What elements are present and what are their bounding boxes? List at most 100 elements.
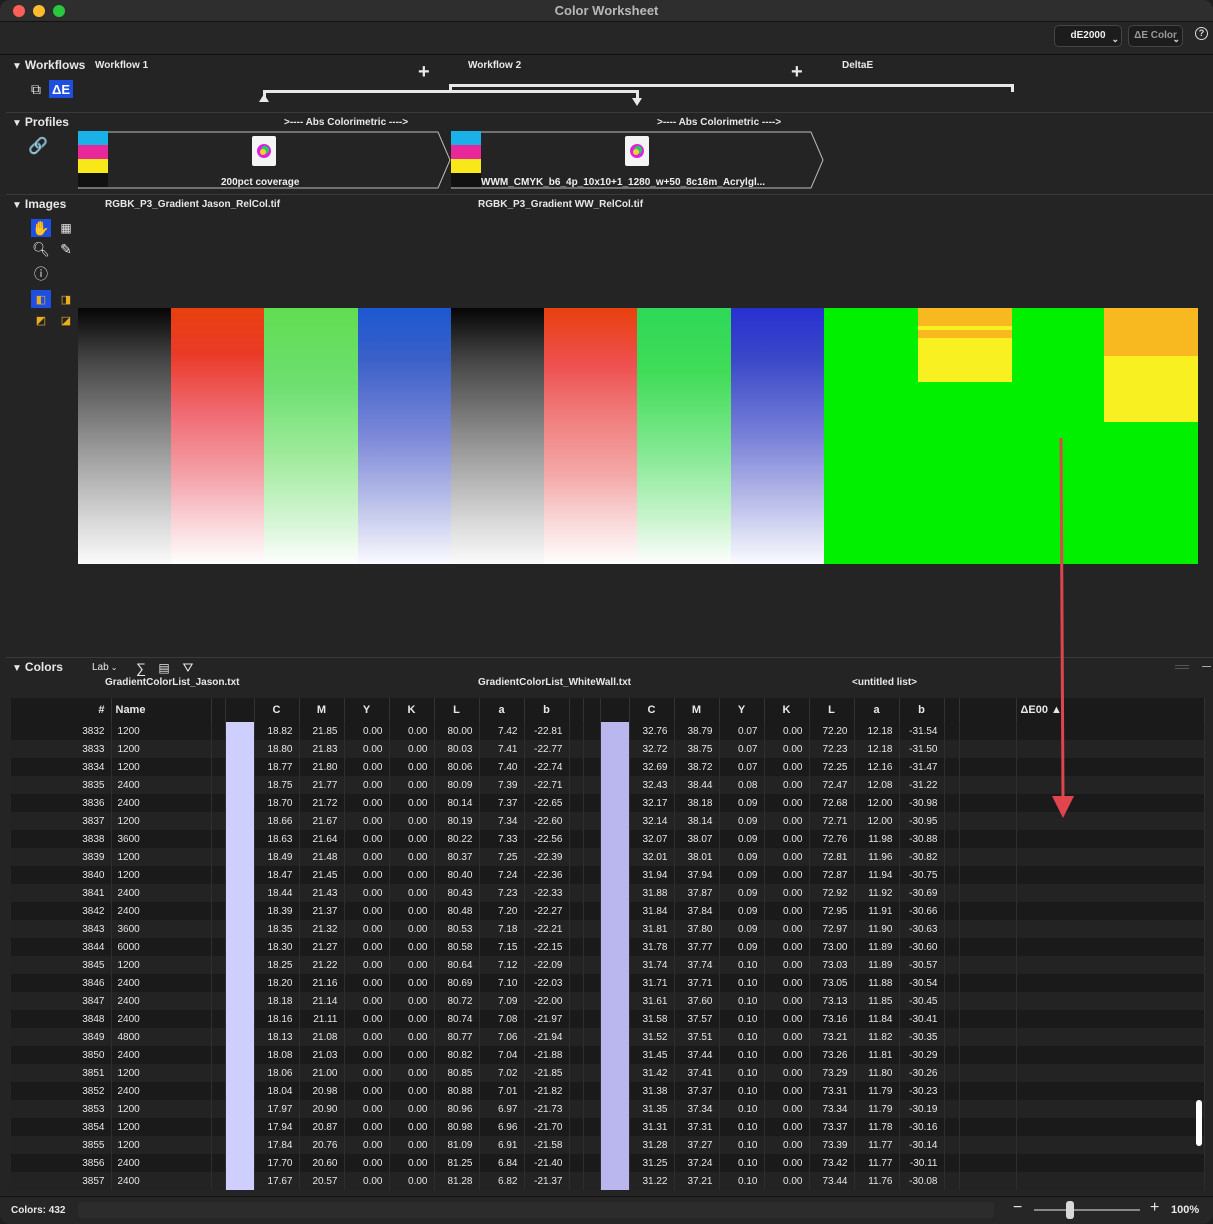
resize-handle-icon[interactable] [1175,665,1189,669]
col-header-name[interactable]: Name [111,698,212,722]
de-color-button[interactable]: ΔE Color ⌄ [1128,25,1183,47]
table-row[interactable]: 3855 1200 17.84 20.76 0.00 0.00 81.09 6.91 -21.5… [11,1136,1205,1154]
value-cell: -31.50 [899,740,945,758]
col-header-b[interactable]: b [524,698,570,722]
color-swatch [600,794,630,812]
workflows-section-toggle[interactable]: ▼ Workflows [12,58,85,72]
table-row[interactable]: 3840 1200 18.47 21.45 0.00 0.00 80.40 7.24 -22.3… [11,866,1205,884]
table-row[interactable]: 3836 2400 18.70 21.72 0.00 0.00 80.14 7.37 -22.6… [11,794,1205,812]
duplicate-icon[interactable]: ⧉ [26,80,46,98]
col-header-m[interactable]: M [299,698,345,722]
zoom-in-button[interactable]: + [1150,1199,1159,1217]
table-row[interactable]: 3857 2400 17.67 20.57 0.00 0.00 81.28 6.82 -21.3… [11,1172,1205,1190]
table-scrollbar[interactable] [1196,1100,1202,1146]
col-header-m[interactable]: M [674,698,720,722]
table-row[interactable]: 3845 1200 18.25 21.22 0.00 0.00 80.64 7.12 -22.0… [11,956,1205,974]
help-button[interactable]: ? [1195,27,1208,40]
color-swatch [600,902,630,920]
link-icon[interactable]: 🔗 [28,137,48,155]
row-number: 3839 [11,848,112,866]
filter-icon[interactable]: ⛛ [178,659,198,677]
spacer-cell [569,1064,584,1082]
overlay-view-icon[interactable]: ◪ [56,311,76,329]
info-tool-icon[interactable]: ⓘ [31,265,51,283]
value-cell: 72.81 [809,848,855,866]
rendering-intent-2[interactable]: >---- Abs Colorimetric ----> [657,117,781,128]
col-header-k[interactable]: K [389,698,435,722]
table-row[interactable]: 3856 2400 17.70 20.60 0.00 0.00 81.25 6.84 -21.4… [11,1154,1205,1172]
profile-card-1[interactable]: 200pct coverage [78,131,452,189]
image-1-label[interactable]: RGBK_P3_Gradient Jason_RelCol.tif [105,199,280,210]
table-row[interactable]: 3833 1200 18.80 21.83 0.00 0.00 80.03 7.41 -22.7… [11,740,1205,758]
workflow-2-label[interactable]: Workflow 2 [468,60,521,71]
spacer-cell [583,776,601,794]
table-row[interactable]: 3849 4800 18.13 21.08 0.00 0.00 80.77 7.06 -21.9… [11,1028,1205,1046]
grid-tool-icon[interactable]: ▦ [56,219,76,237]
table-row[interactable]: 3844 6000 18.30 21.27 0.00 0.00 80.58 7.15 -22.1… [11,938,1205,956]
col-header-a[interactable]: a [479,698,525,722]
table-row[interactable]: 3832 1200 18.82 21.85 0.00 0.00 80.00 7.42 -22.8… [11,722,1205,740]
compare-view-icon[interactable]: ◧ [31,290,51,308]
table-row[interactable]: 3847 2400 18.18 21.14 0.00 0.00 80.72 7.09 -22.0… [11,992,1205,1010]
zoom-slider-thumb[interactable] [1066,1201,1074,1219]
color-mode-select[interactable]: Lab ⌄ [92,662,117,673]
hand-tool-icon[interactable]: ✋ [31,219,51,237]
de2000-button[interactable]: dE2000 ⌄ [1054,25,1122,47]
table-row[interactable]: 3851 1200 18.06 21.00 0.00 0.00 80.85 7.02 -21.8… [11,1064,1205,1082]
deltae-label[interactable]: DeltaE [842,60,873,71]
table-row[interactable]: 3843 3600 18.35 21.32 0.00 0.00 80.53 7.18 -22.2… [11,920,1205,938]
delta-e-cell [1016,938,1205,956]
profiles-section-toggle[interactable]: ▼ Profiles [12,115,69,129]
collapse-icon[interactable] [1202,666,1211,667]
col-header-y[interactable]: Y [719,698,765,722]
colors-table[interactable]: # Name C M Y K L a b C M Y K L a b ΔE00 … [11,698,1205,1190]
workflow-1-label[interactable]: Workflow 1 [95,60,148,71]
table-row[interactable]: 3853 1200 17.97 20.90 0.00 0.00 80.96 6.97 -21.7… [11,1100,1205,1118]
zoom-tool-icon[interactable]: 🔍︎ [31,240,51,258]
rendering-intent-1[interactable]: >---- Abs Colorimetric ----> [284,117,408,128]
col-header-delta-e00[interactable]: ΔE00 ▲ [1016,698,1205,722]
delta-e-icon[interactable]: ΔE [49,80,73,98]
col-header-c[interactable]: C [254,698,300,722]
colors-section-toggle[interactable]: ▼ Colors [12,660,63,674]
add-workflow-button[interactable]: + [418,62,430,82]
table-row[interactable]: 3846 2400 18.20 21.16 0.00 0.00 80.69 7.10 -22.0… [11,974,1205,992]
color-swatch [225,1172,255,1190]
notes-icon[interactable]: ▤ [154,659,174,677]
eyedropper-tool-icon[interactable]: ✎ [56,240,76,258]
value-cell: 0.00 [389,848,435,866]
col-header-k[interactable]: K [764,698,810,722]
col-header-a[interactable]: a [854,698,900,722]
col-header-b[interactable]: b [899,698,945,722]
table-row[interactable]: 3838 3600 18.63 21.64 0.00 0.00 80.22 7.33 -22.5… [11,830,1205,848]
split-view-icon[interactable]: ◩ [31,311,51,329]
single-view-icon[interactable]: ◨ [56,290,76,308]
zoom-out-button[interactable]: − [1013,1199,1022,1217]
image-2-label[interactable]: RGBK_P3_Gradient WW_RelCol.tif [478,199,643,210]
table-row[interactable]: 3841 2400 18.44 21.43 0.00 0.00 80.43 7.23 -22.3… [11,884,1205,902]
profile-card-2[interactable]: WWM_CMYK_b6_4p_10x10+1_1280_w+50_8c16m_A… [451,131,825,189]
row-name: 2400 [111,884,212,902]
table-row[interactable]: 3848 2400 18.16 21.11 0.00 0.00 80.74 7.08 -21.9… [11,1010,1205,1028]
table-row[interactable]: 3854 1200 17.94 20.87 0.00 0.00 80.98 6.96 -21.7… [11,1118,1205,1136]
horizontal-scrollbar[interactable] [78,1202,994,1218]
table-row[interactable]: 3835 2400 18.75 21.77 0.00 0.00 80.09 7.39 -22.7… [11,776,1205,794]
col-header-y[interactable]: Y [344,698,390,722]
table-row[interactable]: 3850 2400 18.08 21.03 0.00 0.00 80.82 7.04 -21.8… [11,1046,1205,1064]
sum-icon[interactable]: ∑ [131,659,151,677]
col-header-l[interactable]: L [434,698,480,722]
table-row[interactable]: 3837 1200 18.66 21.67 0.00 0.00 80.19 7.34 -22.6… [11,812,1205,830]
col-header-l[interactable]: L [809,698,855,722]
table-row[interactable]: 3852 2400 18.04 20.98 0.00 0.00 80.88 7.01 -21.8… [11,1082,1205,1100]
zoom-slider-track[interactable] [1034,1209,1140,1211]
table-row[interactable]: 3839 1200 18.49 21.48 0.00 0.00 80.37 7.25 -22.3… [11,848,1205,866]
images-section-toggle[interactable]: ▼ Images [12,197,66,211]
add-workflow-button[interactable]: + [791,62,803,82]
col-header-c[interactable]: C [629,698,675,722]
col-header-number[interactable]: # [11,698,112,722]
value-cell: -22.03 [524,974,570,992]
table-row[interactable]: 3834 1200 18.77 21.80 0.00 0.00 80.06 7.40 -22.7… [11,758,1205,776]
value-cell: 31.25 [629,1154,675,1172]
value-cell: 21.85 [299,722,345,740]
table-row[interactable]: 3842 2400 18.39 21.37 0.00 0.00 80.48 7.20 -22.2… [11,902,1205,920]
